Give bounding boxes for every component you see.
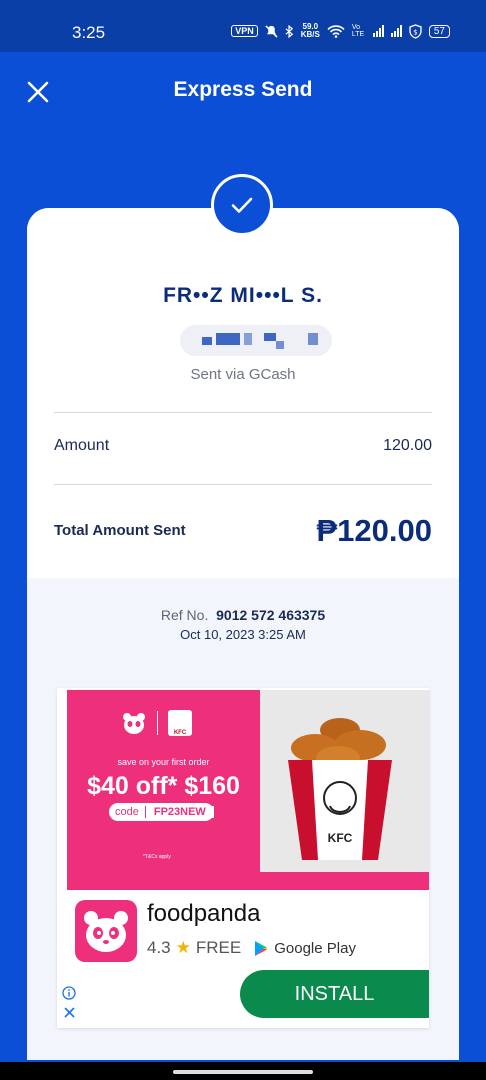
transaction-datetime: Oct 10, 2023 3:25 AM (180, 627, 306, 642)
app-header: Express Send (0, 52, 486, 130)
divider (54, 412, 432, 413)
recipient-name: FR••Z MI•••L S. (163, 284, 323, 307)
ad-app-meta: 4.3 ★ FREE Google Play (147, 938, 356, 958)
ref-label: Ref No. (160, 607, 209, 623)
wifi-icon (327, 24, 345, 38)
page-title: Express Send (173, 78, 313, 101)
speed-unit: KB/S (300, 30, 320, 39)
foodpanda-app-icon[interactable] (75, 900, 137, 962)
ad-close-icon[interactable] (63, 1006, 76, 1019)
kfc-bucket-label: KFC (328, 831, 353, 845)
google-play-badge: Google Play (254, 940, 356, 957)
terms-note: *T&Cs apply (143, 854, 171, 860)
shield-icon: $ (409, 23, 422, 39)
promo-headline: $40 off* $160 (87, 772, 240, 800)
chicken-bucket-image: KFC (260, 690, 429, 872)
brand-logos: KFC (121, 710, 192, 736)
svg-text:$: $ (413, 28, 417, 36)
volte-label: Vo LTE (351, 24, 365, 38)
masked-phone-number (180, 325, 332, 356)
total-value: ₱120.00 (316, 513, 433, 548)
reference-number: Ref No. 9012 572 463375 (0, 607, 486, 623)
promo-code: code FP23NEW (109, 803, 214, 821)
app-price: FREE (195, 938, 242, 957)
foodpanda-panda-icon (84, 911, 128, 952)
foodpanda-logo-icon (123, 713, 145, 734)
status-time: 3:25 (72, 23, 106, 42)
vpn-icon: VPN (231, 25, 258, 37)
star-icon: ★ (175, 938, 191, 957)
battery-icon: 57 (428, 24, 450, 38)
ad-banner[interactable]: KFC save on your first order $40 off* $1… (67, 690, 429, 890)
sent-via: Sent via GCash (190, 366, 296, 383)
status-icons: VPN 59.0 KB/S Vo LTE $ 57 (231, 23, 450, 39)
ref-number[interactable]: 9012 572 463375 (216, 607, 325, 623)
status-bar: 3:25 VPN 59.0 KB/S Vo LTE $ 57 (0, 0, 486, 52)
total-label: Total Amount Sent (54, 522, 186, 539)
amount-label: Amount (54, 437, 110, 454)
google-play-icon (255, 940, 268, 956)
promo-subtitle: save on your first order (117, 757, 210, 767)
kfc-logo-icon: KFC (168, 710, 192, 736)
ad-app-name[interactable]: foodpanda (147, 900, 260, 928)
promo-code-value: FP23NEW (144, 806, 214, 818)
amount-value: 120.00 (383, 437, 432, 454)
signal-icon-2 (390, 25, 402, 37)
chicken-bucket-icon: KFC (288, 718, 392, 860)
signal-icon (372, 25, 384, 37)
navigation-bar (0, 1062, 486, 1080)
success-badge (211, 174, 273, 236)
home-indicator[interactable] (173, 1070, 313, 1074)
promo-code-label: code (115, 806, 139, 818)
install-button[interactable]: INSTALL (240, 970, 429, 1018)
network-speed: 59.0 KB/S (301, 23, 320, 39)
mute-icon (265, 24, 278, 38)
bluetooth-icon (285, 24, 293, 38)
app-rating: 4.3 (147, 938, 171, 957)
ad-info-icon[interactable] (62, 986, 76, 1000)
check-icon (231, 197, 253, 213)
divider (54, 484, 432, 485)
store-name: Google Play (274, 939, 356, 957)
ad-unit[interactable]: KFC save on your first order $40 off* $1… (57, 688, 429, 1028)
divider (157, 711, 158, 735)
